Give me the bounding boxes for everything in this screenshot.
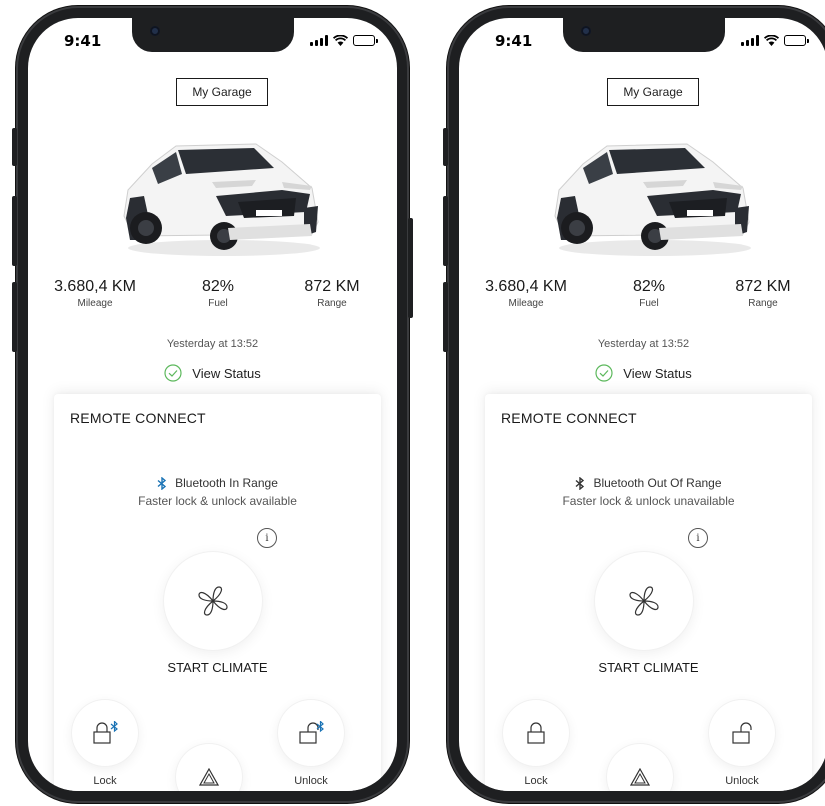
- fuel-label: Fuel: [208, 298, 228, 309]
- start-climate-label: START CLIMATE: [598, 660, 699, 675]
- vehicle-stats: 3.680,4 KM Mileage 82% Fuel 872 KM Range: [28, 278, 397, 318]
- view-status-label: View Status: [192, 365, 261, 381]
- fuel-value: 82%: [201, 278, 235, 295]
- signal-icon: [310, 35, 328, 46]
- my-garage-button[interactable]: My Garage: [607, 78, 699, 106]
- app-screen: 9:41 My Garage 3.680,4 KM Mileage 82% Fu…: [28, 18, 397, 791]
- lock-icon: [527, 722, 545, 744]
- phone-frame-left: 9:41 My Garage 3.680,4 KM Mileage 82% Fu…: [12, 6, 413, 803]
- fan-icon: [629, 586, 659, 616]
- mileage-stat: 3.680,4 KM Mileage: [481, 278, 571, 309]
- volume-up-button: [12, 196, 17, 266]
- lock-label: Lock: [93, 775, 117, 787]
- status-time: 9:41: [64, 32, 102, 50]
- mileage-label: Mileage: [77, 298, 113, 309]
- camera-icon: [149, 26, 160, 36]
- range-value: 872 KM: [304, 278, 360, 295]
- silent-switch: [12, 128, 17, 166]
- view-status-link[interactable]: View Status: [459, 364, 825, 382]
- bluetooth-status: Bluetooth Out Of Range: [485, 476, 812, 490]
- range-stat: 872 KM Range: [721, 278, 805, 309]
- phone-frame-right: 9:41 My Garage 3.680,4 KM Mileage 82% Fu…: [443, 6, 825, 803]
- mileage-value: 3.680,4 KM: [54, 278, 136, 295]
- battery-icon: [784, 35, 809, 46]
- info-icon[interactable]: i: [688, 528, 708, 548]
- remote-connect-title: REMOTE CONNECT: [70, 410, 206, 426]
- remote-connect-card: REMOTE CONNECT Bluetooth Out Of Range Fa…: [485, 394, 812, 791]
- hazard-icon: [199, 768, 219, 786]
- range-stat: 872 KM Range: [290, 278, 374, 309]
- lock-label: Lock: [524, 775, 548, 787]
- unlock-icon: [732, 722, 752, 744]
- mileage-stat: 3.680,4 KM Mileage: [50, 278, 140, 309]
- start-climate-button[interactable]: [595, 552, 693, 650]
- app-screen: 9:41 My Garage 3.680,4 KM Mileage 82% Fu…: [459, 18, 825, 791]
- car-image: [554, 143, 751, 256]
- notch: [562, 18, 725, 52]
- fuel-stat: 82% Fuel: [609, 278, 689, 309]
- hazard-icon: [630, 768, 650, 786]
- lock-button[interactable]: [72, 700, 138, 766]
- unlock-label: Unlock: [725, 775, 759, 787]
- bluetooth-status: Bluetooth In Range: [54, 476, 381, 490]
- wifi-icon: [764, 35, 779, 46]
- bluetooth-status-text: Bluetooth In Range: [175, 476, 278, 490]
- unlock-button[interactable]: [278, 700, 344, 766]
- bluetooth-substatus: Faster lock & unlock available: [138, 494, 297, 508]
- vehicle-stats: 3.680,4 KM Mileage 82% Fuel 872 KM Range: [459, 278, 825, 318]
- fuel-stat: 82% Fuel: [178, 278, 258, 309]
- bluetooth-status-text: Bluetooth Out Of Range: [593, 476, 722, 490]
- car-image: [123, 143, 320, 256]
- info-icon[interactable]: i: [257, 528, 277, 548]
- lock-icon: [93, 721, 118, 744]
- silent-switch: [443, 128, 448, 166]
- notch: [131, 18, 294, 52]
- status-icons: [310, 35, 378, 46]
- volume-down-button: [12, 282, 17, 352]
- view-status-label: View Status: [623, 365, 692, 381]
- fuel-label: Fuel: [639, 298, 659, 309]
- range-label: Range: [317, 298, 347, 309]
- unlock-button[interactable]: [709, 700, 775, 766]
- volume-down-button: [443, 282, 448, 352]
- unlock-icon: [299, 721, 324, 744]
- signal-icon: [741, 35, 759, 46]
- lock-button[interactable]: [503, 700, 569, 766]
- my-garage-button[interactable]: My Garage: [176, 78, 268, 106]
- check-circle-icon: [164, 364, 182, 382]
- mileage-label: Mileage: [508, 298, 544, 309]
- remote-connect-title: REMOTE CONNECT: [501, 410, 637, 426]
- status-icons: [741, 35, 809, 46]
- mileage-value: 3.680,4 KM: [485, 278, 567, 295]
- last-updated-text: Yesterday at 13:52: [597, 338, 690, 350]
- unlock-label: Unlock: [294, 775, 328, 787]
- bluetooth-substatus: Faster lock & unlock unavailable: [562, 494, 735, 508]
- hazard-button[interactable]: [607, 744, 673, 791]
- start-climate-label: START CLIMATE: [167, 660, 268, 675]
- camera-icon: [580, 26, 591, 36]
- status-time: 9:41: [495, 32, 533, 50]
- hazard-button[interactable]: [176, 744, 242, 791]
- view-status-link[interactable]: View Status: [28, 364, 397, 382]
- battery-icon: [353, 35, 378, 46]
- bluetooth-icon: [157, 476, 167, 490]
- check-circle-icon: [595, 364, 613, 382]
- volume-up-button: [443, 196, 448, 266]
- fan-icon: [198, 586, 228, 616]
- wifi-icon: [333, 35, 348, 46]
- last-updated-text: Yesterday at 13:52: [166, 338, 259, 350]
- fuel-value: 82%: [632, 278, 666, 295]
- remote-connect-card: REMOTE CONNECT Bluetooth In Range Faster…: [54, 394, 381, 791]
- bluetooth-icon: [575, 476, 585, 490]
- range-label: Range: [748, 298, 778, 309]
- range-value: 872 KM: [735, 278, 791, 295]
- start-climate-button[interactable]: [164, 552, 262, 650]
- power-button: [408, 218, 413, 318]
